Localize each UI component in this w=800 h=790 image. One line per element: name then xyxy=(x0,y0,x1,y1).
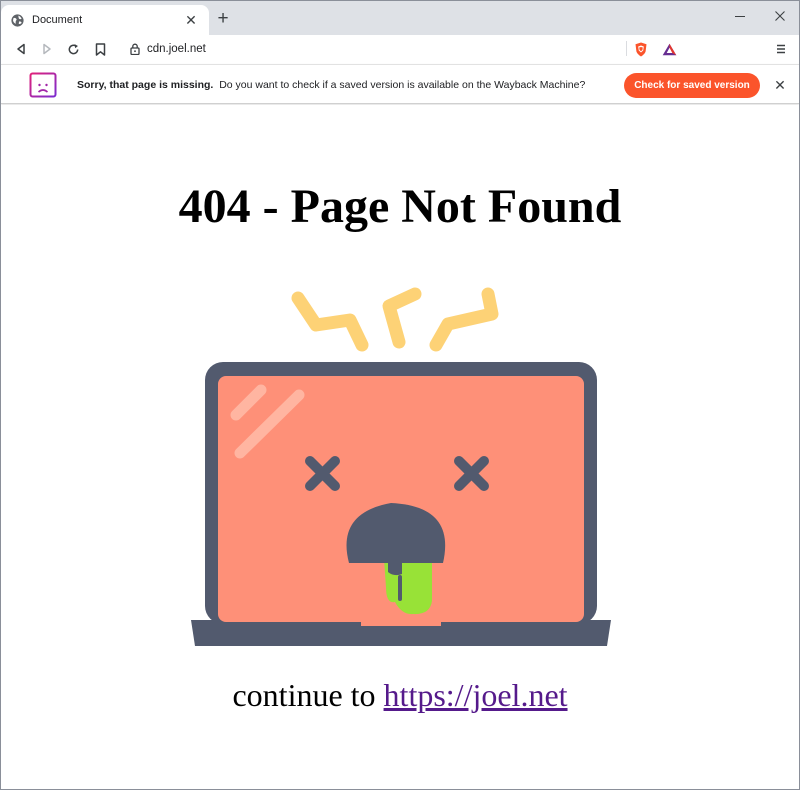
infobar-close-icon[interactable]: ✕ xyxy=(771,76,789,94)
wayback-infobar: Sorry, that page is missing. Do you want… xyxy=(1,64,799,104)
sad-page-icon xyxy=(29,72,57,98)
infobar-message: Sorry, that page is missing. Do you want… xyxy=(77,79,585,91)
reload-icon[interactable] xyxy=(63,39,83,59)
infobar-title: Sorry, that page is missing. xyxy=(77,79,214,91)
bookmark-icon[interactable] xyxy=(90,39,110,59)
new-tab-button[interactable]: + xyxy=(213,9,233,30)
menu-icon[interactable] xyxy=(771,39,791,59)
tab-document[interactable]: Document ✕ xyxy=(1,5,209,35)
page-title: 404 - Page Not Found xyxy=(178,180,622,233)
address-url: cdn.joel.net xyxy=(147,43,206,55)
continue-line: continue to https://joel.net xyxy=(1,677,799,714)
continue-text: continue to xyxy=(232,677,376,713)
browser-window: Document ✕ + cdn.joel.net Sorry, that pa… xyxy=(0,0,800,790)
forward-icon[interactable] xyxy=(37,39,57,59)
tab-title: Document xyxy=(32,14,83,26)
maximize-button[interactable] xyxy=(723,1,761,31)
tab-close-icon[interactable]: ✕ xyxy=(183,12,199,28)
brave-rewards-icon[interactable] xyxy=(659,39,679,59)
brave-shields-icon[interactable] xyxy=(631,39,651,59)
continue-link[interactable]: https://joel.net xyxy=(384,677,568,713)
spark-lines xyxy=(291,287,499,352)
globe-icon xyxy=(11,13,24,27)
omnibox-divider xyxy=(626,41,627,56)
address-bar[interactable]: cdn.joel.net xyxy=(119,38,689,60)
close-window-icon[interactable] xyxy=(761,1,799,31)
broken-laptop-illustration xyxy=(191,287,611,646)
back-icon[interactable] xyxy=(11,39,31,59)
check-saved-version-button[interactable]: Check for saved version xyxy=(624,73,760,98)
toolbar: cdn.joel.net xyxy=(1,35,799,63)
tab-strip: Document ✕ + xyxy=(1,1,799,35)
page-content: 404 - Page Not Found continue to https:/… xyxy=(1,105,799,789)
infobar-detail: Do you want to check if a saved version … xyxy=(219,79,586,91)
lock-icon xyxy=(130,43,140,55)
